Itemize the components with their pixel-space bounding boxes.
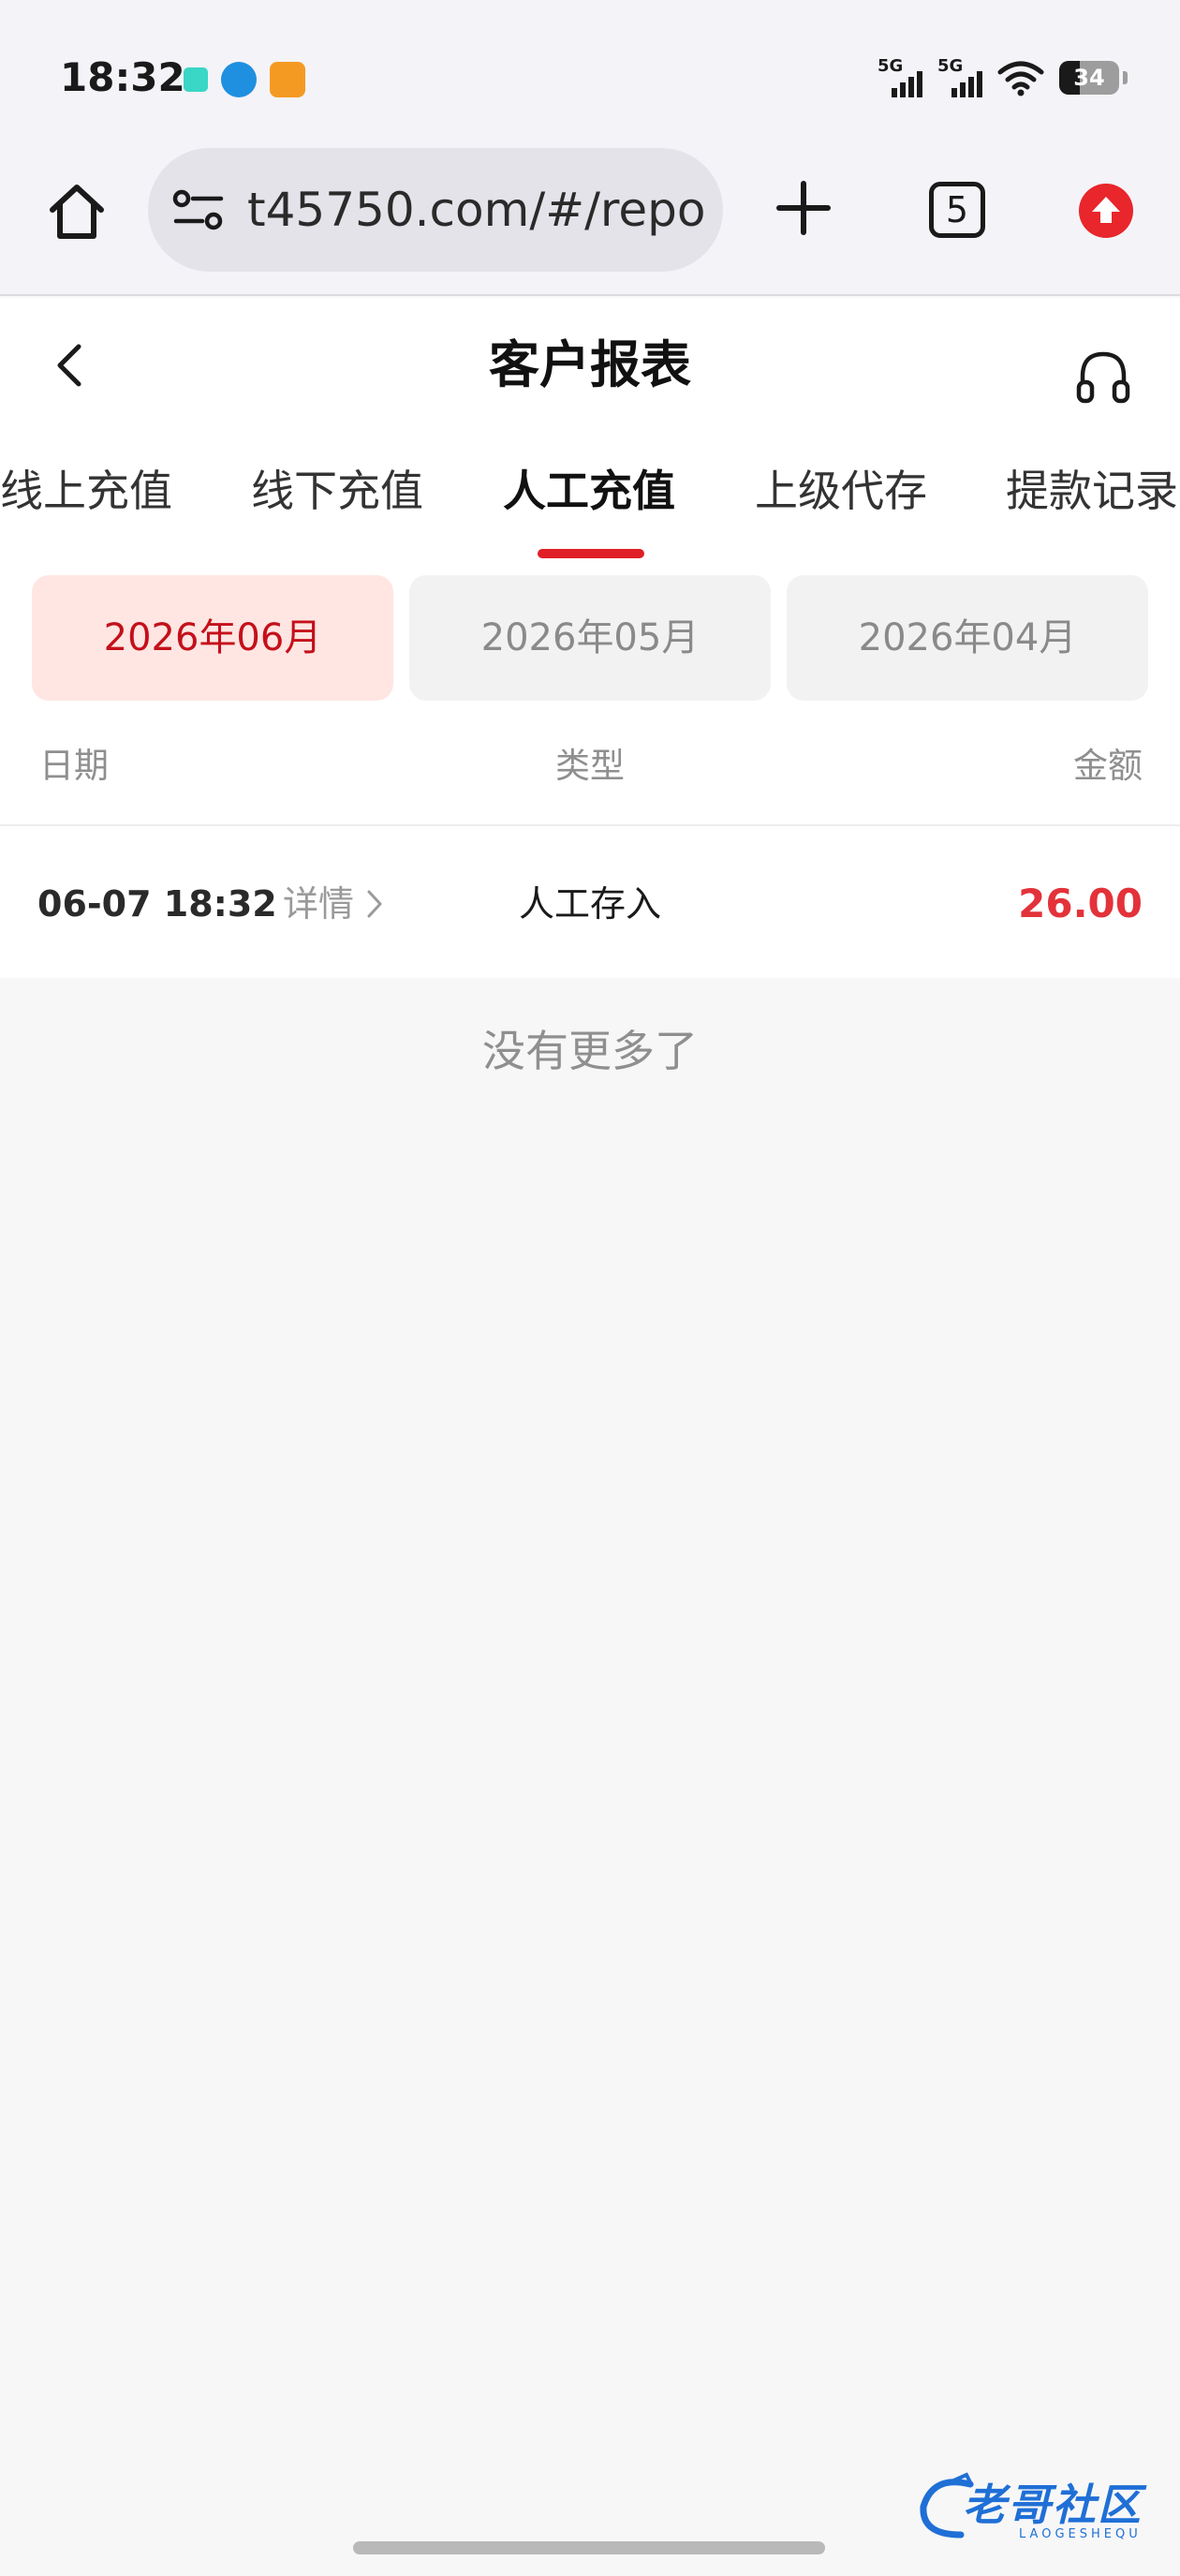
status-bar: 18:32 5G 5G 34 bbox=[0, 0, 1180, 141]
page-title: 客户报表 bbox=[489, 335, 691, 394]
tab-manual-deposit[interactable]: 人工充值 bbox=[503, 457, 675, 519]
tab-online-deposit[interactable]: 线上充值 bbox=[0, 457, 172, 519]
table-row: 人工存入 06-07 18:32 详情 26.00 bbox=[0, 826, 1180, 978]
month-selector: 2026年06月 2026年05月 2026年04月 bbox=[0, 570, 1180, 703]
headset-icon[interactable] bbox=[1073, 347, 1133, 407]
row-detail-link[interactable]: 详情 bbox=[283, 826, 384, 978]
no-more-text: 没有更多了 bbox=[482, 1026, 698, 1076]
tab-offline-deposit[interactable]: 线下充值 bbox=[251, 457, 423, 519]
tab-agent-deposit[interactable]: 上级代存 bbox=[755, 457, 927, 519]
watermark-text: 老哥社区 bbox=[963, 2480, 1143, 2530]
month-chip-2026-05[interactable]: 2026年05月 bbox=[409, 575, 771, 701]
battery-icon: 34 bbox=[1059, 61, 1119, 95]
battery-tip bbox=[1123, 71, 1128, 84]
row-amount: 26.00 bbox=[1018, 881, 1143, 926]
active-tab-indicator bbox=[538, 549, 644, 558]
month-chip-2026-06[interactable]: 2026年06月 bbox=[32, 575, 393, 701]
column-header-amount: 金额 bbox=[1073, 746, 1143, 786]
battery-level: 34 bbox=[1073, 65, 1105, 91]
url-text[interactable]: t45750.com/#/repor bbox=[247, 148, 706, 272]
address-bar[interactable]: t45750.com/#/repor bbox=[148, 148, 723, 272]
report-tabs: 线上充值 线下充值 人工充值 上级代存 提款记录 bbox=[0, 429, 1180, 570]
table-header: 日期 类型 金额 bbox=[0, 703, 1180, 826]
status-time: 18:32 bbox=[60, 54, 185, 100]
new-tab-icon[interactable] bbox=[774, 178, 833, 238]
wifi-icon bbox=[997, 61, 1044, 96]
row-date: 06-07 18:32 bbox=[37, 883, 277, 925]
globe-app-icon bbox=[221, 62, 257, 97]
watermark-logo: 老哥社区 LAOGESHEQU bbox=[914, 2469, 1165, 2548]
row-detail-label: 详情 bbox=[283, 883, 355, 925]
signal-icon: 5G bbox=[878, 56, 922, 97]
tv-app-icon bbox=[184, 67, 208, 92]
arrow-up-icon bbox=[1092, 197, 1120, 223]
home-indicator[interactable] bbox=[353, 2541, 825, 2554]
chevron-right-icon bbox=[367, 890, 382, 917]
system-icons: 5G 5G 34 bbox=[878, 56, 1128, 97]
month-chip-2026-04[interactable]: 2026年04月 bbox=[787, 575, 1148, 701]
column-header-type: 类型 bbox=[555, 746, 625, 786]
signal-icon: 5G bbox=[937, 56, 982, 97]
orange-app-icon bbox=[270, 62, 305, 97]
notification-icons bbox=[184, 62, 305, 97]
update-button[interactable] bbox=[1079, 184, 1133, 238]
home-icon[interactable] bbox=[43, 178, 111, 245]
browser-toolbar: t45750.com/#/repor 5 bbox=[0, 141, 1180, 296]
tab-withdraw-records[interactable]: 提款记录 bbox=[1006, 457, 1178, 519]
tab-switcher-button[interactable]: 5 bbox=[929, 182, 985, 238]
watermark-subtext: LAOGESHEQU bbox=[1019, 2527, 1142, 2541]
back-arrow-icon[interactable] bbox=[49, 339, 90, 392]
app-header: 客户报表 bbox=[0, 298, 1180, 429]
site-settings-icon[interactable] bbox=[172, 189, 225, 232]
